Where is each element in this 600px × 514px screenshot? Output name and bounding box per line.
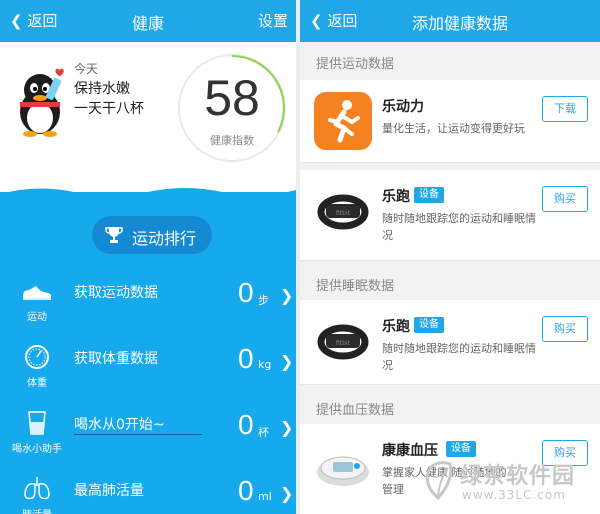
- leaf-logo-icon: [425, 461, 453, 500]
- device-badge: 设备: [414, 187, 444, 203]
- lung-capacity-unit: ml: [258, 490, 272, 503]
- exercise-data-row[interactable]: 运动 获取运动数据 0 步 ❯: [0, 272, 296, 332]
- device-description: 随时随地跟踪您的运动和睡眠情况: [382, 212, 536, 242]
- device-description: 随时随地跟踪您的运动和睡眠情况: [382, 342, 536, 372]
- section-header-exercise: 提供运动数据: [300, 44, 600, 78]
- section-title: 提供运动数据: [316, 57, 395, 72]
- water-value: 0: [238, 409, 254, 440]
- page-title: 健康: [131, 14, 164, 33]
- chevron-right-icon: ❯: [280, 418, 294, 437]
- health-score-value: 58: [204, 70, 260, 126]
- download-button[interactable]: 下载: [542, 96, 588, 122]
- page-title: 添加健康数据: [411, 14, 508, 33]
- app-name: 乐动力: [382, 99, 424, 115]
- chevron-right-icon: ❯: [280, 286, 294, 305]
- health-data-area: 运动排行 运动 获取运动数据 0 步 ❯ 体重 获取体重数据 0 kg ❯ 喝水…: [0, 192, 296, 514]
- weight-unit: kg: [258, 358, 272, 371]
- steps-value: 0: [238, 277, 254, 308]
- chevron-right-icon: ❯: [280, 484, 294, 503]
- shoe-icon: [23, 286, 52, 300]
- section-header-blood-pressure: 提供血压数据: [300, 390, 600, 424]
- device-name: 乐跑: [382, 319, 410, 335]
- weight-icon-label: 体重: [27, 378, 47, 389]
- watermark-url: www.33LC.com: [462, 488, 566, 502]
- lungs-icon: [24, 477, 50, 500]
- lung-capacity-value: 0: [238, 475, 254, 506]
- lung-capacity-label: 最高肺活量: [74, 483, 144, 499]
- section-title: 提供血压数据: [316, 403, 395, 418]
- buy-button[interactable]: 购买: [542, 316, 588, 342]
- scale-icon: [25, 345, 49, 369]
- health-summary: 今天 保持水嫩 一天干八杯 58 健康指数: [0, 42, 296, 192]
- app-description: 量化生活，让运动变得更好玩: [382, 122, 525, 135]
- penguin-mascot-icon: [20, 68, 64, 137]
- today-label: 今天: [74, 62, 99, 76]
- exercise-data-label: 获取运动数据: [74, 285, 158, 301]
- svg-text:fitbit: fitbit: [336, 210, 351, 217]
- steps-unit: 步: [258, 294, 269, 307]
- site-watermark: 绿茶软件园 www.33LC.com: [420, 456, 596, 510]
- water-data-label: 喝水从0开始~: [74, 417, 165, 433]
- section-header-sleep: 提供睡眠数据: [300, 266, 600, 300]
- fitness-band-icon: fitbit: [317, 194, 369, 230]
- settings-button[interactable]: 设置: [258, 10, 288, 31]
- add-data-topbar: ❮ 返回 添加健康数据: [300, 0, 600, 42]
- slogan-line1: 保持水嫩: [74, 81, 130, 97]
- health-panel: ❮ 返回 健康 设置 今天 保持水嫩 一天干八杯 58 健康指数 运动排行 运动…: [0, 0, 296, 514]
- water-icon-label: 喝水小助手: [12, 444, 62, 455]
- exercise-ranking-label: 运动排行: [132, 229, 197, 248]
- lung-capacity-row[interactable]: 肺活量 最高肺活量 0 ml ❯: [0, 470, 296, 514]
- device-badge: 设备: [446, 441, 476, 457]
- health-score-label: 健康指数: [210, 134, 254, 147]
- weight-data-label: 获取体重数据: [74, 351, 158, 367]
- svg-text:fitbit: fitbit: [336, 340, 351, 347]
- add-health-data-panel: ❮ 返回 添加健康数据 提供运动数据 乐动力 量化生活，让运动变得更好玩 下载 …: [300, 0, 600, 514]
- device-card-lepao-sleep: fitbit 乐跑 设备 随时随地跟踪您的运动和睡眠情况 购买: [300, 300, 600, 385]
- water-cup-icon: [28, 411, 46, 435]
- weight-data-row[interactable]: 体重 获取体重数据 0 kg ❯: [0, 338, 296, 398]
- lung-icon-label: 肺活量: [0, 506, 74, 514]
- watermark-title: 绿茶软件园: [460, 464, 576, 489]
- section-title: 提供睡眠数据: [316, 279, 395, 294]
- weight-value: 0: [238, 343, 254, 374]
- chevron-right-icon: ❯: [280, 352, 294, 371]
- device-badge: 设备: [414, 317, 444, 333]
- water-helper-row[interactable]: 喝水小助手 喝水从0开始~ 0 杯 ❯: [0, 404, 296, 464]
- fitness-band-icon: fitbit: [317, 324, 369, 360]
- device-card-lepao: fitbit 乐跑 设备 随时随地跟踪您的运动和睡眠情况 购买: [300, 170, 600, 261]
- trophy-icon: [105, 227, 123, 243]
- exercise-icon-label: 运动: [27, 312, 47, 323]
- running-app-icon: [314, 92, 372, 150]
- health-score-ring[interactable]: 58 健康指数: [178, 54, 286, 162]
- app-card-ledongli: 乐动力 量化生活，让运动变得更好玩 下载: [300, 80, 600, 163]
- blood-pressure-monitor-icon: [317, 456, 369, 486]
- slogan-line2: 一天干八杯: [74, 101, 144, 117]
- device-name: 乐跑: [382, 189, 410, 205]
- exercise-ranking-button[interactable]: 运动排行: [92, 216, 212, 254]
- water-progress-line: [74, 434, 202, 435]
- buy-button[interactable]: 购买: [542, 186, 588, 212]
- health-topbar: ❮ 返回 健康 设置: [0, 0, 296, 42]
- water-unit: 杯: [258, 426, 269, 439]
